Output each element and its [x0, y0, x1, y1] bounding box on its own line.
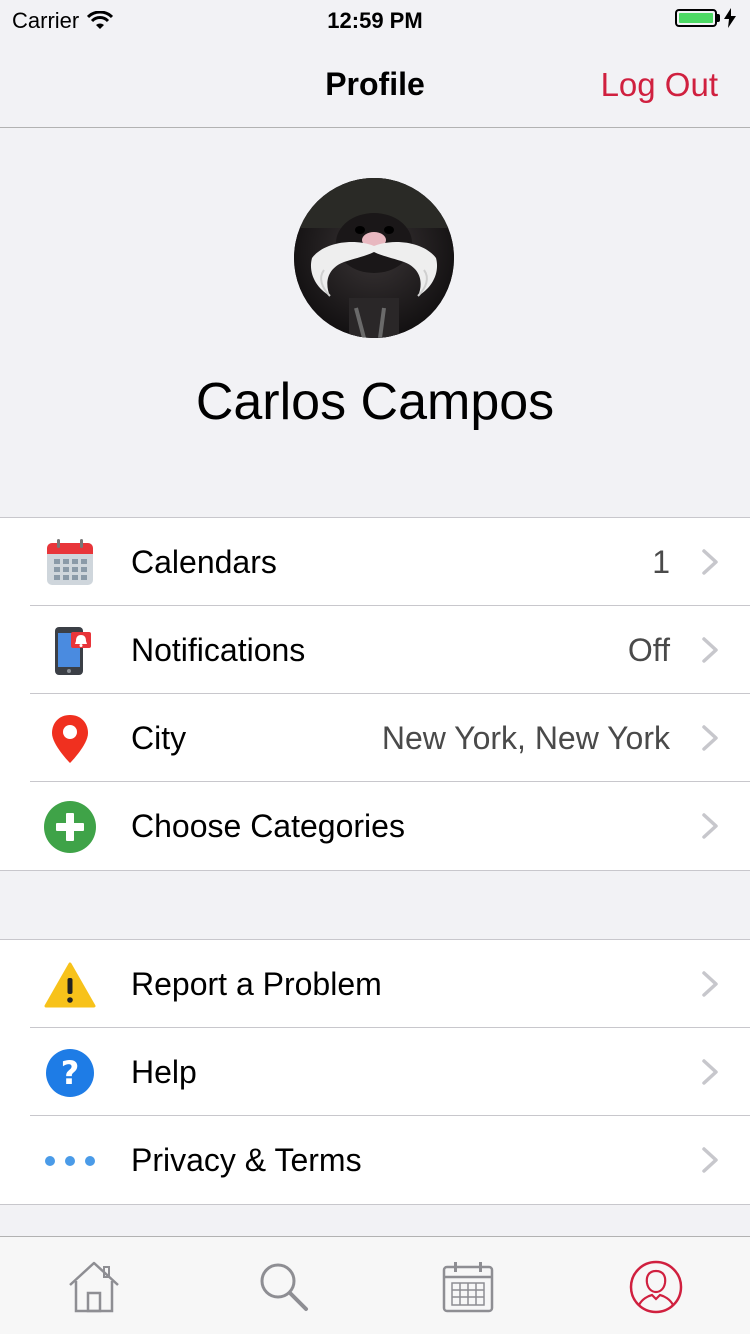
row-label-report-problem: Report a Problem	[131, 966, 382, 1002]
row-label-choose-categories: Choose Categories	[131, 808, 405, 844]
question-icon: ?	[40, 1048, 100, 1098]
battery-icon	[675, 9, 717, 27]
row-value-notifications: Off	[627, 632, 670, 668]
profile-icon[interactable]	[628, 1259, 684, 1315]
privacy-terms-row[interactable]: Privacy & Terms	[0, 1116, 750, 1204]
chevron-right-icon	[702, 725, 718, 751]
warning-icon	[40, 960, 100, 1010]
row-label-notifications: Notifications	[131, 632, 306, 668]
report-problem-row[interactable]: Report a Problem	[0, 940, 750, 1028]
home-icon[interactable]	[66, 1259, 122, 1315]
tab-bar	[0, 1236, 750, 1334]
log-out-button[interactable]: Log Out	[601, 66, 718, 104]
support-group: Report a Problem ? Help Privacy & Terms	[0, 939, 750, 1205]
svg-text:?: ?	[61, 1054, 80, 1092]
avatar-photo	[294, 178, 454, 338]
chevron-right-icon	[702, 1147, 718, 1173]
notifications-row[interactable]: Notifications Off	[0, 606, 750, 694]
chevron-right-icon	[702, 637, 718, 663]
status-time: 12:59 PM	[327, 8, 423, 33]
row-label-calendars: Calendars	[131, 544, 277, 580]
battery-indicator	[675, 8, 736, 28]
search-icon[interactable]	[256, 1259, 312, 1315]
help-row[interactable]: ? Help	[0, 1028, 750, 1116]
location-pin-icon	[40, 714, 100, 764]
charging-bolt-icon	[724, 8, 736, 28]
more-dots-icon	[40, 1136, 100, 1186]
settings-group: Calendars 1 Notifications Off City New Y…	[0, 517, 750, 871]
chevron-right-icon	[702, 549, 718, 575]
row-value-calendars: 1	[652, 544, 670, 580]
phone-notification-icon	[40, 626, 100, 676]
chevron-right-icon	[702, 813, 718, 839]
calendar-icon	[40, 538, 100, 588]
avatar[interactable]	[294, 178, 454, 338]
row-label-city: City	[131, 720, 187, 756]
choose-categories-row[interactable]: Choose Categories	[0, 782, 750, 870]
profile-header: Carlos Campos	[0, 129, 750, 517]
navigation-bar: Profile Log Out	[0, 40, 750, 128]
calendars-row[interactable]: Calendars 1	[0, 518, 750, 606]
status-bar: Carrier 12:59 PM	[0, 0, 750, 40]
chevron-right-icon	[702, 971, 718, 997]
city-row[interactable]: City New York, New York	[0, 694, 750, 782]
user-name: Carlos Campos	[195, 373, 555, 431]
row-label-help: Help	[131, 1054, 197, 1090]
calendar-tab-icon[interactable]	[440, 1259, 496, 1315]
plus-circle-icon	[40, 801, 100, 853]
chevron-right-icon	[702, 1059, 718, 1085]
row-value-city: New York, New York	[381, 720, 670, 756]
row-label-privacy-terms: Privacy & Terms	[131, 1142, 362, 1178]
